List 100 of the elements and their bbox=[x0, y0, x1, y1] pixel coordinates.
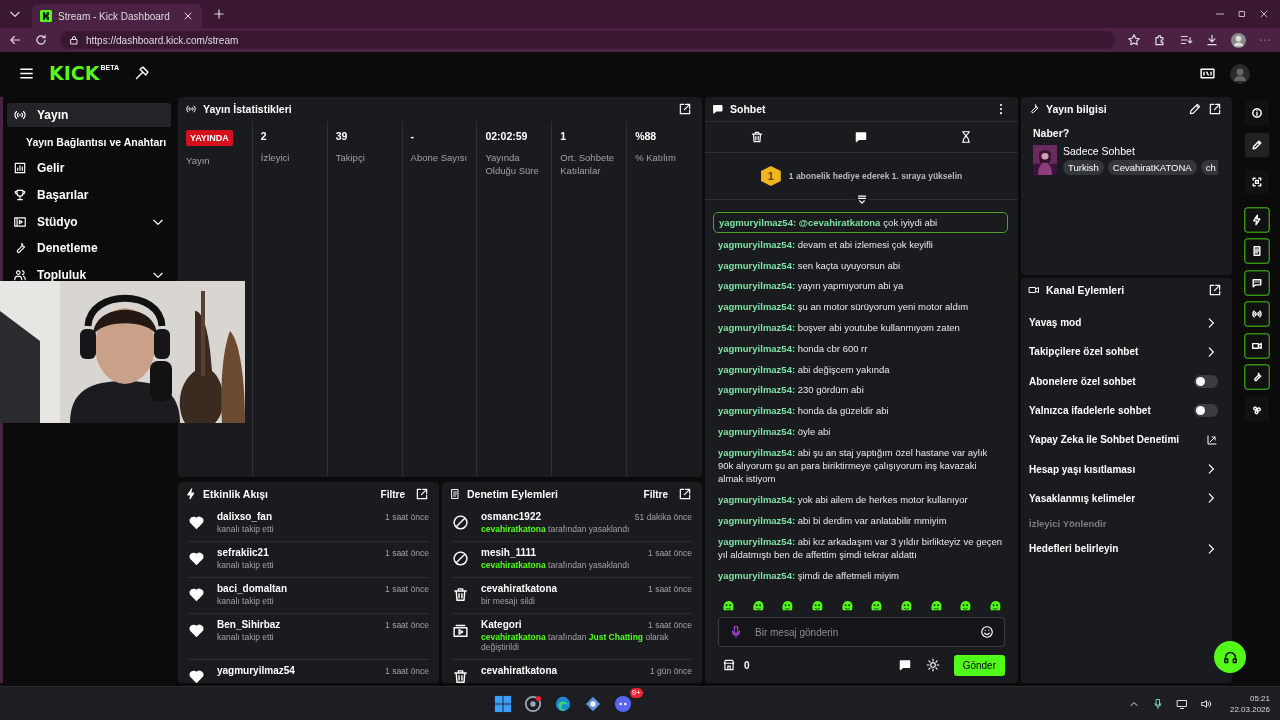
chat-message: yagmuryilmaz54: abi kız arkadaşım var 3 yıldır birlikteyiz ve geçen yıl aldatmıştı ben de affettim şimdi tekrar aldattı bbox=[717, 534, 1004, 562]
popout-icon[interactable] bbox=[415, 487, 429, 501]
stat-value: 02:02:59 bbox=[485, 130, 528, 143]
collections-icon[interactable] bbox=[1179, 33, 1193, 47]
username[interactable]: Ben_Sihirbaz bbox=[217, 619, 281, 630]
action-label[interactable]: Yapay Zeka ile Sohbet Denetimi bbox=[1029, 434, 1180, 446]
plus-icon[interactable] bbox=[212, 7, 226, 21]
panel-title: Kanal Eylemleri bbox=[1046, 284, 1125, 296]
popout-icon[interactable] bbox=[1208, 283, 1222, 297]
microphone-icon[interactable] bbox=[1151, 697, 1164, 710]
stat-label: Yayın bbox=[186, 154, 210, 167]
volume-icon[interactable] bbox=[1199, 697, 1212, 710]
emote-icon[interactable] bbox=[750, 599, 765, 613]
event-description: kanalı takip etti bbox=[217, 560, 275, 570]
emote-icon[interactable] bbox=[780, 599, 795, 613]
avatar-icon[interactable] bbox=[1231, 32, 1246, 48]
filter-button[interactable]: Filtre bbox=[639, 488, 672, 500]
app-icon[interactable] bbox=[524, 694, 542, 713]
chat-message: yagmuryilmaz54: şimdi de affetmeli miyim bbox=[717, 568, 900, 583]
app-icon[interactable] bbox=[584, 694, 602, 713]
sidebar-item[interactable]: Denetleme bbox=[7, 240, 171, 257]
toggle-switch[interactable] bbox=[1194, 404, 1218, 418]
pencil-icon[interactable] bbox=[1188, 102, 1202, 116]
sidebar-item[interactable]: Gelir bbox=[7, 160, 171, 177]
settings-icon[interactable] bbox=[925, 658, 940, 672]
filter-button[interactable]: Filtre bbox=[376, 488, 409, 500]
username[interactable]: baci_domaltan bbox=[217, 583, 288, 594]
username[interactable]: sefrakiic21 bbox=[217, 547, 269, 558]
sidebar-item[interactable]: Başarılar bbox=[7, 187, 171, 204]
category-name[interactable]: Sadece Sohbet bbox=[1063, 145, 1218, 157]
bolt-icon[interactable] bbox=[1244, 206, 1270, 233]
support-button[interactable] bbox=[1214, 641, 1246, 673]
chat-message: yagmuryilmaz54: 230 gördüm abi bbox=[717, 383, 865, 397]
username[interactable]: dalixso_fan bbox=[217, 511, 273, 522]
action-description: cevahiratkatona tarafından yasaklandı bbox=[481, 524, 631, 534]
sidebar-subitem[interactable]: Yayın Bağlantısı ve Anahtarı bbox=[7, 133, 171, 150]
action-label[interactable]: Hedefleri belirleyin bbox=[1029, 543, 1119, 555]
frame-icon[interactable] bbox=[1244, 169, 1270, 195]
trash-icon[interactable] bbox=[750, 130, 765, 144]
sidebar-item[interactable]: Stüdyo bbox=[7, 213, 171, 230]
download-icon[interactable] bbox=[1205, 33, 1219, 47]
popout-icon[interactable] bbox=[1208, 102, 1222, 116]
reload-icon[interactable] bbox=[34, 33, 48, 47]
pencil-icon[interactable] bbox=[1244, 131, 1270, 158]
camera-icon[interactable] bbox=[1244, 332, 1270, 359]
emote-icon[interactable] bbox=[869, 599, 884, 613]
emote-icon[interactable] bbox=[958, 599, 973, 613]
extensions-icon[interactable] bbox=[1153, 33, 1167, 47]
browser-icon[interactable] bbox=[554, 694, 572, 713]
chat-icon[interactable] bbox=[1244, 269, 1270, 296]
action-label[interactable]: Yasaklanmış kelimeler bbox=[1029, 492, 1136, 504]
close-icon[interactable] bbox=[1258, 8, 1270, 20]
chat-message: yagmuryilmaz54: honda cbr 600 rr bbox=[717, 341, 869, 356]
message-input[interactable]: Bir mesaj gönderin bbox=[753, 625, 970, 639]
emote-icon[interactable] bbox=[721, 599, 735, 613]
chat-message: yagmuryilmaz54: yayın yapmıyorum abi ya bbox=[717, 279, 905, 293]
restore-icon[interactable] bbox=[1236, 8, 1248, 20]
action-label[interactable]: Yavaş mod bbox=[1029, 317, 1082, 329]
back-icon[interactable] bbox=[8, 33, 22, 47]
clock[interactable]: 05:21 22.03.2026 bbox=[1229, 692, 1270, 715]
event-time: 1 saat önce bbox=[385, 620, 429, 630]
action-label[interactable]: Yalnızca ifadelerle sohbet bbox=[1029, 405, 1151, 417]
sidebar-item[interactable]: Topluluk bbox=[7, 267, 171, 284]
emote-icon[interactable] bbox=[839, 599, 854, 613]
wrench-icon[interactable] bbox=[1244, 364, 1270, 390]
external-link-icon[interactable] bbox=[1206, 433, 1218, 446]
emote-icon[interactable] bbox=[987, 599, 1002, 613]
action-label[interactable]: Takipçilere özel sohbet bbox=[1029, 346, 1139, 358]
browser-tab[interactable]: Stream - Kick Dashboard bbox=[32, 4, 202, 28]
panel-title: Denetim Eylemleri bbox=[467, 488, 559, 500]
action-label[interactable]: Hesap yaşı kısıtlaması bbox=[1029, 463, 1136, 475]
monitor-icon[interactable] bbox=[1175, 697, 1188, 710]
message-box[interactable]: Bir mesaj gönderin bbox=[718, 617, 1005, 647]
toggle-switch[interactable] bbox=[1194, 374, 1218, 388]
document-icon[interactable] bbox=[1244, 238, 1270, 264]
trash-icon bbox=[452, 668, 469, 683]
popout-icon[interactable] bbox=[678, 487, 692, 501]
username[interactable]: yagmuryilmaz54 bbox=[217, 665, 295, 676]
emote-icon[interactable] bbox=[898, 599, 913, 613]
hammer-icon[interactable] bbox=[133, 65, 150, 82]
send-button[interactable]: Gönder bbox=[953, 654, 1005, 676]
emote-icon[interactable] bbox=[809, 599, 824, 613]
sidebar-item[interactable]: Yayın bbox=[7, 103, 171, 127]
emoji-icon[interactable] bbox=[980, 625, 994, 639]
close-icon[interactable] bbox=[182, 10, 194, 22]
chat-app-icon[interactable] bbox=[614, 694, 632, 713]
windows-start-icon[interactable] bbox=[494, 694, 512, 713]
address-field[interactable]: https://dashboard.kick.com/stream bbox=[60, 31, 1115, 49]
popout-icon[interactable] bbox=[678, 102, 692, 116]
chat-icon[interactable] bbox=[897, 658, 912, 672]
kick-logo[interactable]: KICK$^{BETA}$ bbox=[49, 64, 119, 83]
action-label[interactable]: Abonelere özel sohbet bbox=[1029, 375, 1136, 387]
chat-icon[interactable] bbox=[854, 130, 869, 144]
store-icon[interactable] bbox=[722, 658, 736, 672]
emote-icon[interactable] bbox=[928, 599, 943, 613]
favorite-icon[interactable] bbox=[1127, 33, 1141, 47]
chat-message: yagmuryilmaz54: öyle abi bbox=[717, 424, 832, 439]
info-icon[interactable] bbox=[1244, 100, 1270, 126]
broadcast-icon[interactable] bbox=[1244, 301, 1270, 327]
dots-icon[interactable] bbox=[1244, 395, 1270, 422]
